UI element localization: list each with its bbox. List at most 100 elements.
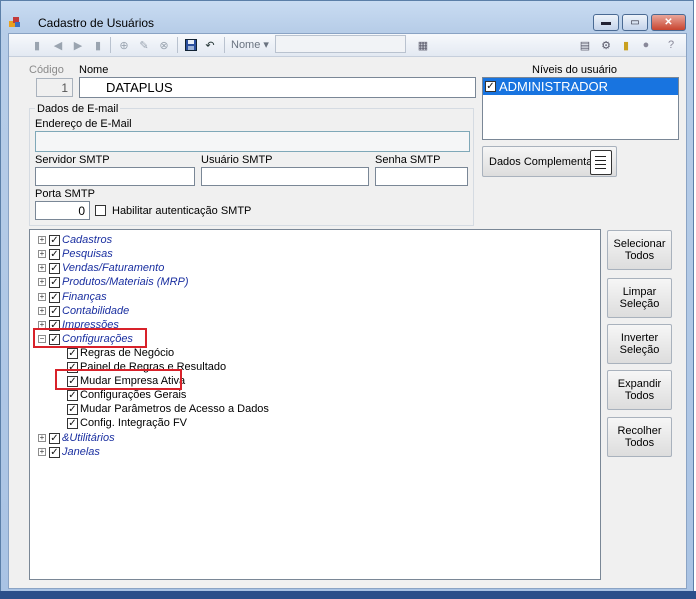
tree-node-vendas[interactable]: + ✓ Vendas/Faturamento [38,261,164,275]
smtp-auth-label: Habilitar autenticação SMTP [112,205,252,217]
nome-label: Nome [79,64,109,76]
expand-icon[interactable]: + [38,264,46,272]
toolbar-separator [110,37,111,53]
tree-node-label: Regras de Negócio [80,347,175,359]
tree-node-label: Vendas/Faturamento [62,262,165,274]
smtp-server-field[interactable] [35,167,195,186]
expand-icon[interactable]: + [38,278,46,286]
delete-icon[interactable]: ⊗ [157,38,171,52]
user-icon[interactable]: ● [639,38,653,52]
search-options-icon[interactable]: ▦ [416,38,430,52]
niveis-item-administrador[interactable]: ✓ ADMINISTRADOR [483,78,678,95]
smtp-user-label: Usuário SMTP [201,154,273,166]
expand-icon[interactable]: + [38,448,46,456]
highlight-mudar-empresa [55,369,182,390]
tree-node-mudar-parametros[interactable]: ✓ Mudar Parâmetros de Acesso a Dados [67,402,269,416]
close-button[interactable]: ✕ [651,14,686,31]
checkbox-checked-icon[interactable]: ✓ [49,305,60,317]
maximize-icon: ▭ [630,17,640,28]
email-label: Endereço de E-Mail [35,118,132,130]
checkbox-checked-icon[interactable]: ✓ [67,347,78,359]
tree-node-label: Janelas [62,446,100,458]
niveis-item-label: ADMINISTRADOR [499,79,609,94]
window-title: Cadastro de Usuários [38,16,155,30]
highlight-configuracoes [33,328,147,348]
email-field[interactable] [35,131,470,152]
tree-node-config-gerais[interactable]: ✓ Configurações Gerais [67,388,186,402]
smtp-port-field[interactable]: 0 [35,201,90,220]
tree-node-produtos[interactable]: + ✓ Produtos/Materiais (MRP) [38,275,189,289]
collapse-all-button[interactable]: Recolher Todos [607,417,672,457]
minimize-button[interactable]: ▬ [593,14,619,31]
expand-all-button[interactable]: Expandir Todos [607,370,672,410]
save-icon[interactable] [184,38,198,52]
checkbox-checked-icon[interactable]: ✓ [49,446,60,458]
tree-node-cadastros[interactable]: + ✓ Cadastros [38,233,112,247]
expand-icon[interactable]: + [38,250,46,258]
checkbox-checked-icon[interactable]: ✓ [49,262,60,274]
checkbox-checked-icon[interactable]: ✓ [67,403,78,415]
niveis-label: Níveis do usuário [532,64,617,76]
settings-icon[interactable]: ⚙ [599,38,613,52]
close-icon: ✕ [664,17,673,28]
expand-icon[interactable]: + [38,293,46,301]
checkbox-checked-icon[interactable]: ✓ [49,432,60,444]
next-record-icon[interactable]: ▶ [71,38,85,52]
checkbox-checked-icon[interactable]: ✓ [485,81,496,92]
expand-icon[interactable]: + [38,434,46,442]
undo-icon[interactable]: ↶ [203,38,217,52]
checkbox-checked-icon[interactable]: ✓ [49,276,60,288]
tree-node-contabilidade[interactable]: + ✓ Contabilidade [38,304,129,318]
tree-node-label: &Utilitários [62,432,115,444]
checkbox-checked-icon[interactable]: ✓ [67,417,78,429]
smtp-password-label: Senha SMTP [375,154,441,166]
checkbox-checked-icon[interactable]: ✓ [49,291,60,303]
tree-node-label: Configurações Gerais [80,389,187,401]
tree-node-janelas[interactable]: + ✓ Janelas [38,445,100,459]
invert-selection-button[interactable]: Inverter Seleção [607,324,672,364]
tree-node-utilitarios[interactable]: + ✓ &Utilitários [38,431,115,445]
first-record-icon[interactable]: ▮ [30,38,44,52]
list-icon[interactable]: ▤ [578,38,592,52]
tree-node-label: Config. Integração FV [80,417,188,429]
tree-node-config-integracao[interactable]: ✓ Config. Integração FV [67,416,187,430]
checkbox-checked-icon[interactable]: ✓ [49,248,60,260]
tree-node-label: Pesquisas [62,248,113,260]
search-field-label[interactable]: Nome ▾ [231,38,269,51]
select-all-button[interactable]: Selecionar Todos [607,230,672,270]
previous-record-icon[interactable]: ◀ [51,38,65,52]
app-icon [9,17,21,28]
tree-node-pesquisas[interactable]: + ✓ Pesquisas [38,247,113,261]
tree-node-label: Mudar Parâmetros de Acesso a Dados [80,403,269,415]
last-record-icon[interactable]: ▮ [91,38,105,52]
smtp-auth-checkbox[interactable] [95,205,106,216]
maximize-button[interactable]: ▭ [622,14,648,31]
codigo-field: 1 [36,78,73,97]
search-input[interactable] [275,35,406,53]
tree-node-label: Produtos/Materiais (MRP) [62,276,189,288]
toolbar-separator [177,37,178,53]
smtp-password-field[interactable] [375,167,468,186]
minimize-icon: ▬ [601,17,611,28]
add-icon[interactable]: ⊕ [117,38,131,52]
document-icon [590,150,612,175]
tree-node-label: Finanças [62,291,107,303]
expand-icon[interactable]: + [38,236,46,244]
smtp-server-label: Servidor SMTP [35,154,110,166]
clear-selection-button[interactable]: Limpar Seleção [607,278,672,318]
nome-field[interactable]: DATAPLUS [79,77,476,98]
email-group-title: Dados de E-mail [35,103,121,115]
lamp-icon[interactable]: ▮ [619,38,633,52]
tree-node-label: Cadastros [62,234,113,246]
dados-complementares-button[interactable]: Dados Complementares [482,146,617,177]
checkbox-checked-icon[interactable]: ✓ [49,234,60,246]
help-icon[interactable]: ? [664,38,678,52]
taskbar-edge [0,591,696,599]
smtp-user-field[interactable] [201,167,369,186]
tree-node-regras-negocio[interactable]: ✓ Regras de Negócio [67,346,174,360]
expand-icon[interactable]: + [38,307,46,315]
tree-node-financas[interactable]: + ✓ Finanças [38,290,107,304]
edit-icon[interactable]: ✎ [137,38,151,52]
checkbox-checked-icon[interactable]: ✓ [67,389,78,401]
toolbar-separator [224,37,225,53]
